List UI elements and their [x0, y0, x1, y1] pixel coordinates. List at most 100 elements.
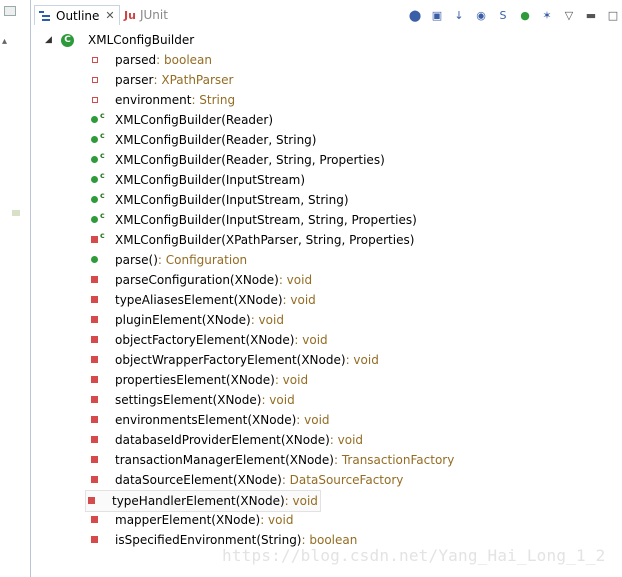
- member-type: : void: [294, 333, 328, 347]
- tree-item[interactable]: propertiesElement(XNode) : void: [89, 370, 308, 390]
- junit-icon: Ju: [124, 8, 136, 22]
- tree-item[interactable]: settingsElement(XNode) : void: [89, 390, 295, 410]
- private-constructor-icon: c: [89, 231, 109, 247]
- public-constructor-icon: c: [89, 171, 109, 187]
- member-type: : boolean: [156, 53, 212, 67]
- member-type: : void: [261, 393, 295, 407]
- hide-local-types-icon[interactable]: ✶: [538, 6, 556, 24]
- tree-item[interactable]: parser : XPathParser: [89, 70, 233, 90]
- private-method-icon: [89, 433, 109, 447]
- hide-static-members-icon[interactable]: S: [494, 6, 512, 24]
- tree-item[interactable]: c XMLConfigBuilder(InputStream): [89, 170, 305, 190]
- tree-item[interactable]: dataSourceElement(XNode) : DataSourceFac…: [89, 470, 403, 490]
- member-type: : void: [296, 413, 330, 427]
- tree-item[interactable]: c XMLConfigBuilder(InputStream, String, P…: [89, 210, 417, 230]
- tree-item[interactable]: mapperElement(XNode) : void: [89, 510, 293, 530]
- member-type: : Configuration: [157, 253, 248, 267]
- member-name: objectFactoryElement(XNode): [115, 333, 295, 347]
- member-type: : void: [329, 433, 364, 447]
- private-method-icon: [89, 353, 109, 367]
- member-name: settingsElement(XNode): [115, 393, 262, 407]
- outline-tree: ◢ C XMLConfigBuilder parsed : boolean par…: [31, 30, 622, 577]
- member-name: isSpecifiedEnvironment(String): [115, 533, 302, 547]
- tree-item[interactable]: parsed : boolean: [89, 50, 212, 70]
- tree-item[interactable]: parse() : Configuration: [89, 250, 247, 270]
- tree-item[interactable]: objectFactoryElement(XNode) : void: [89, 330, 328, 350]
- hide-non-public-icon[interactable]: ●: [516, 6, 534, 24]
- member-type: : void: [260, 513, 294, 527]
- tab-junit-label: JUnit: [139, 8, 168, 22]
- root-class-label: XMLConfigBuilder: [88, 33, 195, 47]
- tree-item[interactable]: c XMLConfigBuilder(XPathParser, String, P…: [89, 230, 414, 250]
- member-name: propertiesElement(XNode): [115, 373, 275, 387]
- tree-item[interactable]: databaseIdProviderElement(XNode) : void: [89, 430, 363, 450]
- sort-icon[interactable]: ↓: [450, 6, 468, 24]
- member-name: typeAliasesElement(XNode): [115, 293, 283, 307]
- collapse-arrow-icon[interactable]: ◢: [45, 35, 55, 45]
- private-method-icon: [89, 533, 109, 547]
- member-name: XMLConfigBuilder(InputStream, String): [115, 193, 349, 207]
- member-name: XMLConfigBuilder(Reader, String, Propert…: [115, 153, 385, 167]
- tree-item[interactable]: transactionManagerElement(XNode) : Trans…: [89, 450, 454, 470]
- member-type: : void: [250, 313, 284, 327]
- member-name: parsed: [115, 53, 157, 67]
- left-editor-strip: ▴: [0, 0, 31, 577]
- public-method-icon: [89, 253, 109, 267]
- member-name: XMLConfigBuilder(Reader, String): [115, 133, 317, 147]
- maximize-view-icon[interactable]: □: [604, 6, 622, 24]
- tab-outline[interactable]: Outline ✕: [34, 5, 120, 25]
- public-constructor-icon: c: [89, 191, 109, 207]
- member-name: parse(): [115, 253, 158, 267]
- outline-toolbar: ⬤ ▣ ↓ ◉ S ● ✶ ▽ ▬ □: [406, 6, 622, 24]
- close-icon[interactable]: ✕: [105, 9, 114, 22]
- tree-item[interactable]: objectWrapperFactoryElement(XNode) : voi…: [89, 350, 379, 370]
- collapse-all-icon[interactable]: ▣: [428, 6, 446, 24]
- overview-ruler-mark: [12, 210, 20, 216]
- tree-item[interactable]: c XMLConfigBuilder(Reader, String, Proper…: [89, 150, 385, 170]
- public-constructor-icon: c: [89, 151, 109, 167]
- private-method-icon: [89, 413, 109, 427]
- outline-icon: [38, 9, 52, 23]
- member-name: XMLConfigBuilder(XPathParser, String, Pr…: [115, 233, 415, 247]
- private-method-icon: [89, 333, 109, 347]
- private-field-icon: [89, 53, 109, 67]
- tree-item[interactable]: environmentsElement(XNode) : void: [89, 410, 330, 430]
- tree-item[interactable]: c XMLConfigBuilder(Reader, String): [89, 130, 316, 150]
- minimize-view-icon[interactable]: ▬: [582, 6, 600, 24]
- minimize-button[interactable]: [4, 6, 16, 16]
- member-type: : XPathParser: [153, 73, 234, 87]
- tab-outline-label: Outline: [56, 8, 100, 23]
- private-method-icon: [89, 393, 109, 407]
- tree-item[interactable]: c XMLConfigBuilder(Reader): [89, 110, 273, 130]
- tree-item[interactable]: typeAliasesElement(XNode) : void: [89, 290, 316, 310]
- member-name: typeHandlerElement(XNode): [112, 494, 285, 508]
- member-name: parseConfiguration(XNode): [115, 273, 279, 287]
- tree-item[interactable]: c XMLConfigBuilder(InputStream, String): [89, 190, 349, 210]
- tree-item[interactable]: typeHandlerElement(XNode) : void: [85, 490, 321, 512]
- private-method-icon: [89, 273, 109, 287]
- hide-fields-icon[interactable]: ◉: [472, 6, 490, 24]
- member-name: XMLConfigBuilder(InputStream): [115, 173, 306, 187]
- member-name: mapperElement(XNode): [115, 513, 261, 527]
- private-field-icon: [89, 73, 109, 87]
- tree-root-class[interactable]: ◢ C XMLConfigBuilder: [45, 30, 194, 50]
- tree-item[interactable]: pluginElement(XNode) : void: [89, 310, 284, 330]
- view-menu-icon[interactable]: ▽: [560, 6, 578, 24]
- tab-junit[interactable]: Ju JUnit: [124, 5, 168, 25]
- tree-item[interactable]: parseConfiguration(XNode) : void: [89, 270, 312, 290]
- focus-on-active-task-icon[interactable]: ⬤: [406, 6, 424, 24]
- member-name: pluginElement(XNode): [115, 313, 251, 327]
- tree-item[interactable]: environment : String: [89, 90, 235, 110]
- member-type: : boolean: [301, 533, 358, 547]
- member-name: XMLConfigBuilder(InputStream, String, Pr…: [115, 213, 417, 227]
- member-type: : void: [278, 273, 313, 287]
- member-name: environment: [115, 93, 192, 107]
- member-name: environmentsElement(XNode): [115, 413, 297, 427]
- private-method-icon: [89, 313, 109, 327]
- public-constructor-icon: c: [89, 211, 109, 227]
- scroll-up-icon[interactable]: ▴: [2, 36, 7, 47]
- member-type: : void: [284, 494, 318, 508]
- member-type: : TransactionFactory: [333, 453, 455, 467]
- watermark: https://blog.csdn.net/Yang_Hai_Long_1_2: [222, 546, 606, 565]
- member-type: : String: [191, 93, 236, 107]
